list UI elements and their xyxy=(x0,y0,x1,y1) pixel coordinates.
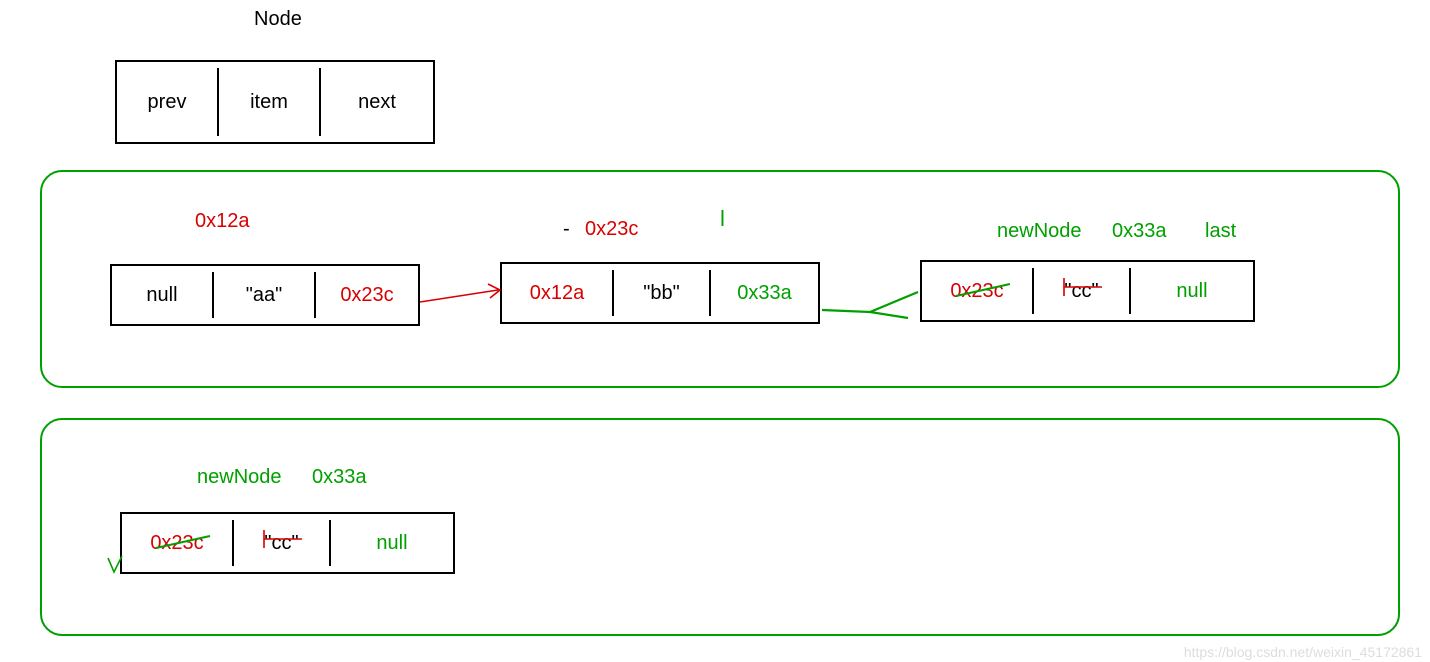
node2-next: 0x33a xyxy=(711,264,818,322)
p2-newnode: newNode xyxy=(197,466,282,489)
watermark: https://blog.csdn.net/weixin_45172861 xyxy=(1184,644,1422,660)
legend-title: Node xyxy=(254,8,302,31)
node1-next: 0x23c xyxy=(316,266,418,324)
node1-addr: 0x12a xyxy=(195,210,250,233)
node3-item-cell: "cc" xyxy=(1034,262,1129,320)
strike-mark-icon xyxy=(262,528,306,550)
legend-prev: prev xyxy=(117,62,217,142)
legend-node-box: prev item next xyxy=(115,60,435,144)
node1-prev: null xyxy=(112,266,212,324)
strike-mark-icon xyxy=(1062,276,1106,298)
mark-icon xyxy=(106,554,126,578)
node2-box: 0x12a "bb" 0x33a xyxy=(500,262,820,324)
node1-item: "aa" xyxy=(214,266,314,324)
node3-box: 0x23c "cc" null xyxy=(920,260,1255,322)
p2-prev-cell: 0x23c xyxy=(122,514,232,572)
legend-next: next xyxy=(321,62,433,142)
node2-item: "bb" xyxy=(614,264,709,322)
p2-item-cell: "cc" xyxy=(234,514,329,572)
node3-prev-cell: 0x23c xyxy=(922,262,1032,320)
node3-newnode: newNode xyxy=(997,220,1082,243)
strike-mark-icon xyxy=(154,532,214,552)
node3-next: null xyxy=(1131,262,1253,320)
node3-addr: 0x33a xyxy=(1112,220,1167,243)
node2-addr: 0x23c xyxy=(585,218,638,241)
p2-addr: 0x33a xyxy=(312,466,367,489)
node2-dash: - xyxy=(563,218,570,241)
node3-last: last xyxy=(1205,220,1236,243)
node2-prev: 0x12a xyxy=(502,264,612,322)
p2-next: null xyxy=(331,514,453,572)
node1-box: null "aa" 0x23c xyxy=(110,264,420,326)
legend-item: item xyxy=(219,62,319,142)
strike-mark-icon xyxy=(954,280,1014,300)
node2-l-label: l xyxy=(720,206,725,232)
p2-node-box: 0x23c "cc" null xyxy=(120,512,455,574)
